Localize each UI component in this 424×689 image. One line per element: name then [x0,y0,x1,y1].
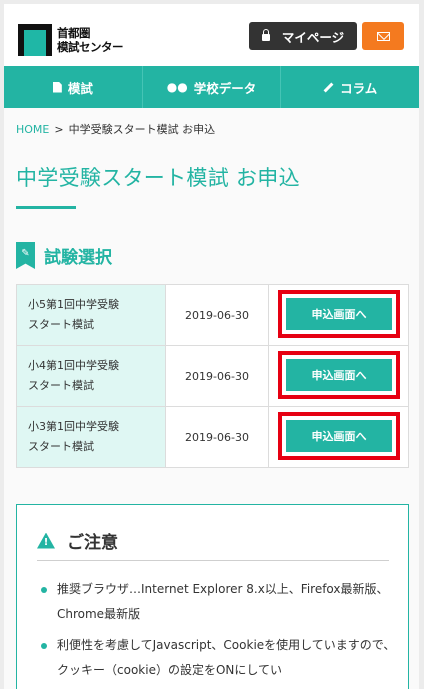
logo-mark-icon [18,24,52,56]
lock-icon [261,29,270,41]
mypage-button[interactable]: マイページ [249,22,357,50]
page: 首都圏 模試センター マイページ 模試 ●● 学校データ コラム HOME > 中学… [4,4,419,689]
notice-box: ! ご注意 推奨ブラウザ…Internet Explorer 8.x以上、Fir… [16,504,409,689]
apply-button[interactable]: 申込画面へ [286,420,392,452]
pencil-bookmark-icon: ✎ [16,242,35,269]
exam-date-cell: 2019-06-30 [165,345,269,407]
exam-name-line-2: スタート模試 [28,379,94,392]
nav-label: 模試 [67,80,93,96]
exam-name-line-1: 小5第1回中学受験 [28,298,119,311]
warning-icon: ! [37,532,55,549]
table-row: 小3第1回中学受験 スタート模試 2019-06-30 申込画面へ [16,406,409,468]
exam-name-cell: 小5第1回中学受験 スタート模試 [16,284,166,346]
exam-date-cell: 2019-06-30 [165,284,269,346]
pencil-icon [323,82,334,92]
apply-button[interactable]: 申込画面へ [286,359,392,391]
nav-label: 学校データ [193,80,257,96]
nav-item-school-data[interactable]: ●● 学校データ [143,66,282,108]
exam-name-cell: 小4第1回中学受験 スタート模試 [16,345,166,407]
binoculars-icon: ●● [166,80,188,94]
envelope-icon [376,31,390,41]
highlight-frame: 申込画面へ [278,412,400,460]
breadcrumb: HOME > 中学受験スタート模試 お申込 [16,121,215,137]
notice-title: ご注意 [67,533,118,553]
document-icon [52,81,62,93]
exam-name-line-2: スタート模試 [28,440,94,453]
exam-name-line-2: スタート模試 [28,318,94,331]
nav-item-column[interactable]: コラム [281,66,419,108]
mypage-label: マイページ [281,29,345,45]
nav-label: コラム [340,80,378,96]
logo-line-1: 首都圏 [57,26,91,40]
page-title: 中学受験スタート模試 お申込 [16,166,300,190]
apply-button[interactable]: 申込画面へ [286,298,392,330]
header: 首都圏 模試センター マイページ [4,4,419,66]
section-heading: ✎ 試験選択 [16,242,112,269]
nav-item-moshi[interactable]: 模試 [4,66,143,108]
list-item: 推奨ブラウザ…Internet Explorer 8.x以上、Firefox最新… [37,577,397,627]
breadcrumb-home-link[interactable]: HOME [16,123,49,136]
logo-line-2: 模試センター [57,40,124,54]
logo-text: 首都圏 模試センター [57,26,124,54]
exam-date-cell: 2019-06-30 [165,406,269,468]
title-underline [16,206,76,209]
mail-button[interactable] [362,22,404,50]
highlight-frame: 申込画面へ [278,351,400,399]
notice-list: 推奨ブラウザ…Internet Explorer 8.x以上、Firefox最新… [37,577,397,689]
exam-table: 小5第1回中学受験 スタート模試 2019-06-30 申込画面へ 小4第1回中… [16,284,409,468]
exam-action-cell: 申込画面へ [268,284,409,346]
breadcrumb-current: 中学受験スタート模試 お申込 [68,123,216,136]
exam-name-line-1: 小4第1回中学受験 [28,359,119,372]
table-row: 小5第1回中学受験 スタート模試 2019-06-30 申込画面へ [16,284,409,346]
logo[interactable]: 首都圏 模試センター [18,24,124,56]
breadcrumb-separator: > [54,123,64,136]
exam-name-cell: 小3第1回中学受験 スタート模試 [16,406,166,468]
list-item: 利便性を考慮してJavascript、Cookieを使用していますので、クッキー… [37,633,397,683]
section-title: 試験選択 [44,248,112,268]
main-nav: 模試 ●● 学校データ コラム [4,66,419,108]
exam-name-line-1: 小3第1回中学受験 [28,420,119,433]
exam-action-cell: 申込画面へ [268,406,409,468]
highlight-frame: 申込画面へ [278,290,400,338]
table-row: 小4第1回中学受験 スタート模試 2019-06-30 申込画面へ [16,345,409,407]
notice-heading: ! ご注意 [37,527,389,561]
exam-action-cell: 申込画面へ [268,345,409,407]
